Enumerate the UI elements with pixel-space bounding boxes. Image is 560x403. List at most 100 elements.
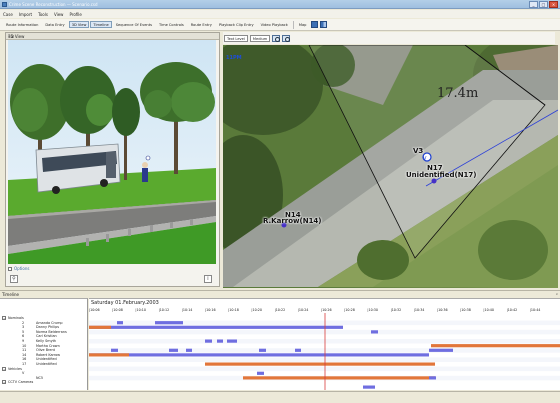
timeline-button[interactable]: Timeline [90, 21, 112, 28]
playback-clip-entry-button[interactable]: Playback Clip Entry [216, 21, 257, 28]
data-entry-button[interactable]: Data Entry [42, 21, 67, 28]
timeline-event-bar[interactable] [429, 348, 453, 352]
minimize-button[interactable]: _ [529, 1, 538, 8]
3d-scene-view[interactable] [8, 40, 216, 264]
maximize-button[interactable]: □ [539, 1, 548, 8]
route-information-button[interactable]: Route Information [3, 21, 41, 28]
3d-view-button[interactable]: 3D View [68, 21, 90, 28]
timeline-event-bar[interactable] [259, 348, 266, 352]
timeline-entity-row[interactable]: 10 Martha Crown [0, 344, 88, 348]
text-level-button[interactable]: Text Level [224, 34, 248, 42]
route-entry-button[interactable]: Route Entry [188, 21, 215, 28]
timeline-chart[interactable]: Saturday 01.February.2003 |10:06 |10:08 |1… [89, 298, 560, 390]
entity-name: Vehicles [8, 366, 22, 371]
entity-number: 6 [22, 334, 25, 339]
close-panel-icon[interactable]: ᵖ × [8, 34, 216, 39]
collapse-icon[interactable]: − [2, 316, 6, 320]
entity-name: Kelly Smyth [36, 339, 57, 343]
svg-text:V: V [423, 156, 427, 162]
timeline-group[interactable]: − CCTV Cameras [0, 380, 88, 385]
menu-case[interactable]: Case [3, 12, 13, 17]
n17-name-label: Unidentified(N17) [406, 171, 477, 179]
window-title: Crime Scene Reconstruction — Scenario.cs… [9, 2, 98, 7]
timeline-event-bar[interactable] [89, 353, 429, 357]
timeline-event-bar[interactable] [371, 330, 378, 334]
timeline-row-stripe [89, 371, 560, 376]
timeline-event-bar[interactable] [217, 339, 223, 343]
entity-number: 11 [22, 348, 27, 353]
timeline-event-bar[interactable] [89, 325, 343, 329]
options-checkbox[interactable] [8, 266, 12, 271]
timeline-entity-row[interactable]: 16 Unidentified [0, 357, 88, 361]
timeline-highlight-bar[interactable] [89, 353, 129, 357]
timeline-group[interactable]: − Nominals [0, 316, 88, 320]
map-button[interactable]: Map [296, 21, 310, 28]
timeline-entity-row[interactable]: 14 Robert Karrow [0, 353, 88, 357]
timeline-entity-row[interactable]: NC5 [0, 376, 88, 380]
timeline-row-stripe [89, 348, 560, 353]
toolbar-separator [292, 20, 294, 29]
timeline-highlight-bar[interactable] [243, 376, 435, 380]
timeline-event-bar[interactable] [155, 321, 183, 325]
menu-tools[interactable]: Tools [38, 12, 48, 17]
timeline-entity-row[interactable]: 6 Carl Kristian [0, 334, 88, 338]
timeline-entity-row[interactable]: V [0, 371, 88, 375]
menu-profile[interactable]: Profile [69, 12, 81, 17]
aerial-map-canvas: V [223, 45, 558, 288]
timeline-event-bar[interactable] [429, 376, 436, 380]
entity-name: Amanda Crump [36, 320, 63, 325]
video-playback-button[interactable]: Video Playback [258, 21, 291, 28]
medium-dropdown[interactable]: Medium [249, 34, 271, 42]
timeline-row-stripe [89, 380, 560, 385]
timeline-entity-row[interactable]: 9 Kelly Smyth [0, 339, 88, 343]
entity-name: Danny Philips [36, 325, 60, 330]
timeline-event-bar[interactable] [111, 348, 118, 352]
single-layout-icon[interactable] [311, 21, 319, 28]
collapse-icon[interactable]: − [2, 380, 6, 385]
timeline-highlight-bar[interactable] [431, 344, 560, 348]
close-button[interactable]: × [549, 1, 558, 8]
timeline-row-stripe [89, 334, 560, 339]
timeline-event-bar[interactable] [117, 321, 123, 325]
timeline-event-bar[interactable] [295, 348, 301, 352]
timeline-event-bar[interactable] [257, 371, 264, 375]
search-icon[interactable]: ⚲ [10, 275, 18, 283]
timeline-entity-row[interactable]: 3 Danny Philips [0, 325, 88, 329]
timeline-event-bar[interactable] [186, 348, 192, 352]
entity-name: Nominals [8, 316, 24, 320]
entity-number: 9 [22, 339, 25, 343]
sequence-of-events-button[interactable]: Sequence Of Events [113, 21, 155, 28]
info-icon[interactable]: i [204, 275, 212, 283]
collapse-icon[interactable]: − [2, 366, 6, 371]
timeline-row-stripe [89, 339, 560, 344]
entity-number: V [22, 371, 25, 376]
timeline-entity-row[interactable]: 5 Norma Belderrans [0, 330, 88, 334]
binoculars-icon[interactable] [272, 34, 281, 42]
split-layout-icon[interactable] [320, 21, 328, 28]
entity-name: Robert Karrow [36, 352, 61, 357]
entity-number: 2 [22, 320, 25, 325]
menu-view[interactable]: View [54, 12, 64, 17]
v3-label: V3 [413, 147, 424, 155]
time-controls-button[interactable]: Time Controls [156, 21, 187, 28]
timeline-title: Timeline [2, 292, 20, 297]
timeline-entity-row[interactable]: 11 Olive Brent [0, 348, 88, 352]
entity-number: 3 [22, 325, 25, 330]
timeline-entity-row[interactable]: 2 Amanda Crump [0, 321, 88, 325]
options-label: Options [14, 266, 30, 271]
menu-import[interactable]: Import [19, 12, 32, 17]
timeline-event-bar[interactable] [363, 385, 375, 389]
timeline-event-bar[interactable] [205, 339, 212, 343]
timeline-event-bar[interactable] [169, 348, 178, 352]
timeline-event-bar[interactable] [227, 339, 237, 343]
timeline-highlight-bar[interactable] [89, 325, 111, 329]
timeline-row-stripe [89, 366, 560, 372]
entity-name: Olive Brent [36, 348, 55, 353]
aerial-map-view[interactable]: V 11PM 17.4m V3 N17 Unidentified(N17) N1… [223, 45, 558, 288]
pin-icon[interactable]: ᵖ [556, 292, 558, 297]
timeline-highlight-bar[interactable] [205, 362, 435, 366]
distance-label: 17.4m [437, 86, 479, 101]
camera-icon[interactable] [282, 34, 291, 42]
timeline-entity-row[interactable]: 17 Unidentified [0, 362, 88, 366]
timeline-group[interactable]: − Vehicles [0, 366, 88, 371]
